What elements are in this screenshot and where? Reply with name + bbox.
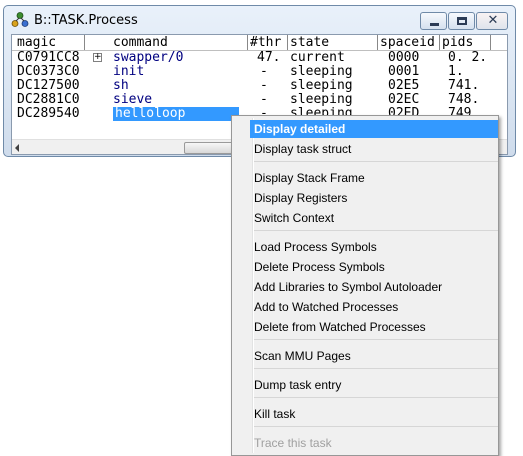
cell-state: current <box>290 50 345 65</box>
cell-pids: 1. <box>448 64 464 79</box>
column-divider[interactable] <box>287 35 288 50</box>
menu-item-add-to-watched[interactable]: Add to Watched Processes <box>250 298 498 316</box>
cell-magic: DC0373C0 <box>17 64 80 79</box>
window-title: B::TASK.Process <box>34 13 138 28</box>
column-header-state[interactable]: state <box>290 35 329 50</box>
minimize-icon <box>430 23 439 26</box>
table-row[interactable]: DC0373C0 init - sleeping 0001 1. <box>12 65 507 79</box>
cell-command[interactable]: sieve <box>113 93 152 107</box>
maximize-button[interactable] <box>448 12 475 30</box>
cell-state: sleeping <box>290 78 353 93</box>
table-row[interactable]: DC2881C0 sieve - sleeping 02EC 748. <box>12 93 507 107</box>
scrollbar-thumb[interactable] <box>184 142 236 154</box>
menu-item-display-stack-frame[interactable]: Display Stack Frame <box>250 169 498 187</box>
minimize-button[interactable] <box>420 12 447 30</box>
cell-state: sleeping <box>290 64 353 79</box>
menu-item-switch-context[interactable]: Switch Context <box>250 209 498 227</box>
cell-magic: C0791CC8 <box>17 50 80 65</box>
cell-pids: 748. <box>448 92 480 107</box>
cell-pids: 0. 2. <box>448 50 488 65</box>
menu-item-add-libraries-autoloader[interactable]: Add Libraries to Symbol Autoloader <box>250 278 498 296</box>
cell-spaceid: 02E5 <box>388 78 420 93</box>
column-divider[interactable] <box>490 35 491 50</box>
menu-separator <box>254 397 498 398</box>
menu-separator <box>254 230 498 231</box>
cell-command[interactable]: helloloop <box>113 107 239 121</box>
menu-item-load-process-symbols[interactable]: Load Process Symbols <box>250 238 498 256</box>
cell-command[interactable]: swapper/0 <box>113 51 183 65</box>
menu-separator <box>254 368 498 369</box>
column-header-spaceid[interactable]: spaceid <box>380 35 435 50</box>
cell-command[interactable]: sh <box>113 79 129 93</box>
cell-thr: 47. <box>257 50 281 65</box>
menu-item-delete-from-watched[interactable]: Delete from Watched Processes <box>250 318 498 336</box>
process-tree-icon <box>11 12 29 27</box>
expand-plus-icon[interactable]: + <box>93 53 102 62</box>
context-menu: Display detailed Display task struct Dis… <box>231 115 499 456</box>
column-divider[interactable] <box>439 35 440 50</box>
menu-separator <box>254 161 498 162</box>
cell-magic: DC127500 <box>17 78 80 93</box>
cell-spaceid: 0000 <box>388 50 420 65</box>
table-row[interactable]: DC127500 sh - sleeping 02E5 741. <box>12 79 507 93</box>
cell-thr: - <box>260 78 268 93</box>
column-header-pids[interactable]: pids <box>442 35 473 50</box>
menu-item-scan-mmu-pages[interactable]: Scan MMU Pages <box>250 347 498 365</box>
cell-pids: 741. <box>448 78 480 93</box>
cell-thr: - <box>260 64 268 79</box>
menu-item-dump-task-entry[interactable]: Dump task entry <box>250 376 498 394</box>
menu-item-display-task-struct[interactable]: Display task struct <box>250 140 498 158</box>
table-row[interactable]: C0791CC8 + swapper/0 47. current 0000 0.… <box>12 51 507 65</box>
title-bar[interactable]: B::TASK.Process ✕ <box>4 6 515 34</box>
menu-item-kill-task[interactable]: Kill task <box>250 405 498 423</box>
cell-thr: - <box>260 92 268 107</box>
menu-separator <box>254 339 498 340</box>
cell-state: sleeping <box>290 92 353 107</box>
column-divider[interactable] <box>84 35 85 50</box>
scroll-left-arrow-icon[interactable] <box>15 144 19 152</box>
column-divider[interactable] <box>377 35 378 50</box>
menu-separator <box>254 426 498 427</box>
cell-spaceid: 0001 <box>388 64 420 79</box>
cell-command[interactable]: init <box>113 65 144 79</box>
menu-item-display-registers[interactable]: Display Registers <box>250 189 498 207</box>
column-header-thr[interactable]: #thr <box>250 35 281 50</box>
table-header: magic command #thr state spaceid pids <box>12 35 507 51</box>
close-icon: ✕ <box>487 13 499 28</box>
close-button[interactable]: ✕ <box>476 12 508 30</box>
cell-magic: DC289540 <box>17 106 80 121</box>
column-header-magic[interactable]: magic <box>17 35 56 50</box>
menu-item-display-detailed[interactable]: Display detailed <box>250 120 498 138</box>
maximize-icon <box>457 17 467 25</box>
menu-item-trace-this-task: Trace this task <box>254 436 332 450</box>
column-header-command[interactable]: command <box>113 35 168 50</box>
cell-magic: DC2881C0 <box>17 92 80 107</box>
menu-item-delete-process-symbols[interactable]: Delete Process Symbols <box>250 258 498 276</box>
cell-spaceid: 02EC <box>388 92 420 107</box>
column-divider[interactable] <box>247 35 248 50</box>
